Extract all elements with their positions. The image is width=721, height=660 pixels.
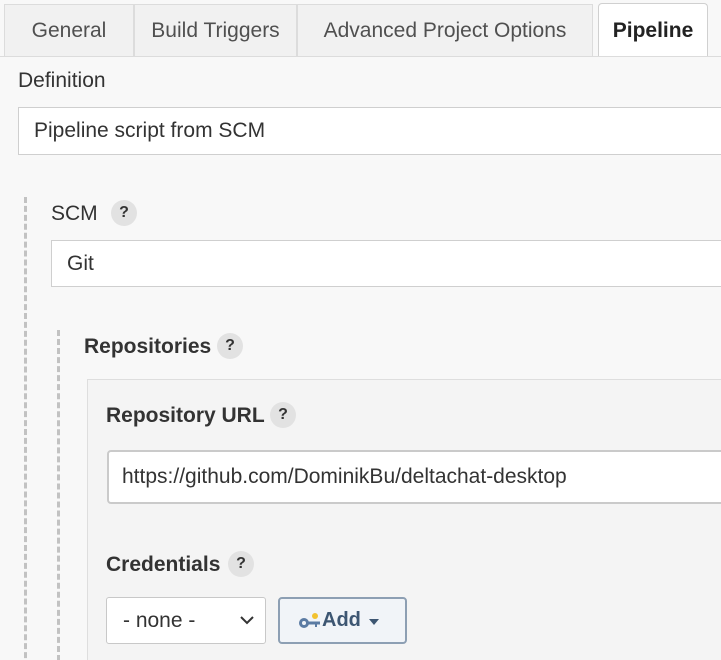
tab-pipeline[interactable]: Pipeline	[598, 3, 708, 58]
definition-select[interactable]: Pipeline script from SCM	[18, 107, 721, 155]
tab-build-triggers[interactable]: Build Triggers	[134, 4, 297, 57]
scm-section-guide	[24, 197, 27, 660]
tab-bar: General Build Triggers Advanced Project …	[0, 0, 721, 58]
repository-url-help-icon[interactable]: ?	[270, 402, 296, 428]
tab-advanced-project-options[interactable]: Advanced Project Options	[297, 4, 593, 57]
scm-select[interactable]: Git	[51, 240, 721, 287]
repository-url-input[interactable]: https://github.com/DominikBu/deltachat-d…	[107, 450, 721, 504]
add-button-label: Add	[322, 609, 361, 631]
credentials-select[interactable]: - none -	[106, 597, 266, 644]
repositories-label: Repositories	[84, 335, 212, 358]
scm-help-icon[interactable]: ?	[111, 200, 137, 226]
credentials-label: Credentials	[106, 553, 221, 576]
definition-label: Definition	[18, 69, 106, 92]
credentials-help-icon[interactable]: ?	[228, 551, 254, 577]
scm-label: SCM	[51, 202, 98, 225]
key-icon	[299, 612, 320, 628]
caret-down-icon	[368, 618, 379, 625]
repository-url-label: Repository URL	[106, 404, 265, 427]
repositories-section-guide	[57, 330, 60, 660]
add-credentials-button[interactable]: Add	[278, 597, 407, 644]
chevron-down-icon	[240, 616, 254, 625]
credentials-select-value: - none -	[123, 608, 196, 632]
repositories-help-icon[interactable]: ?	[217, 333, 243, 359]
tab-general[interactable]: General	[4, 4, 134, 57]
